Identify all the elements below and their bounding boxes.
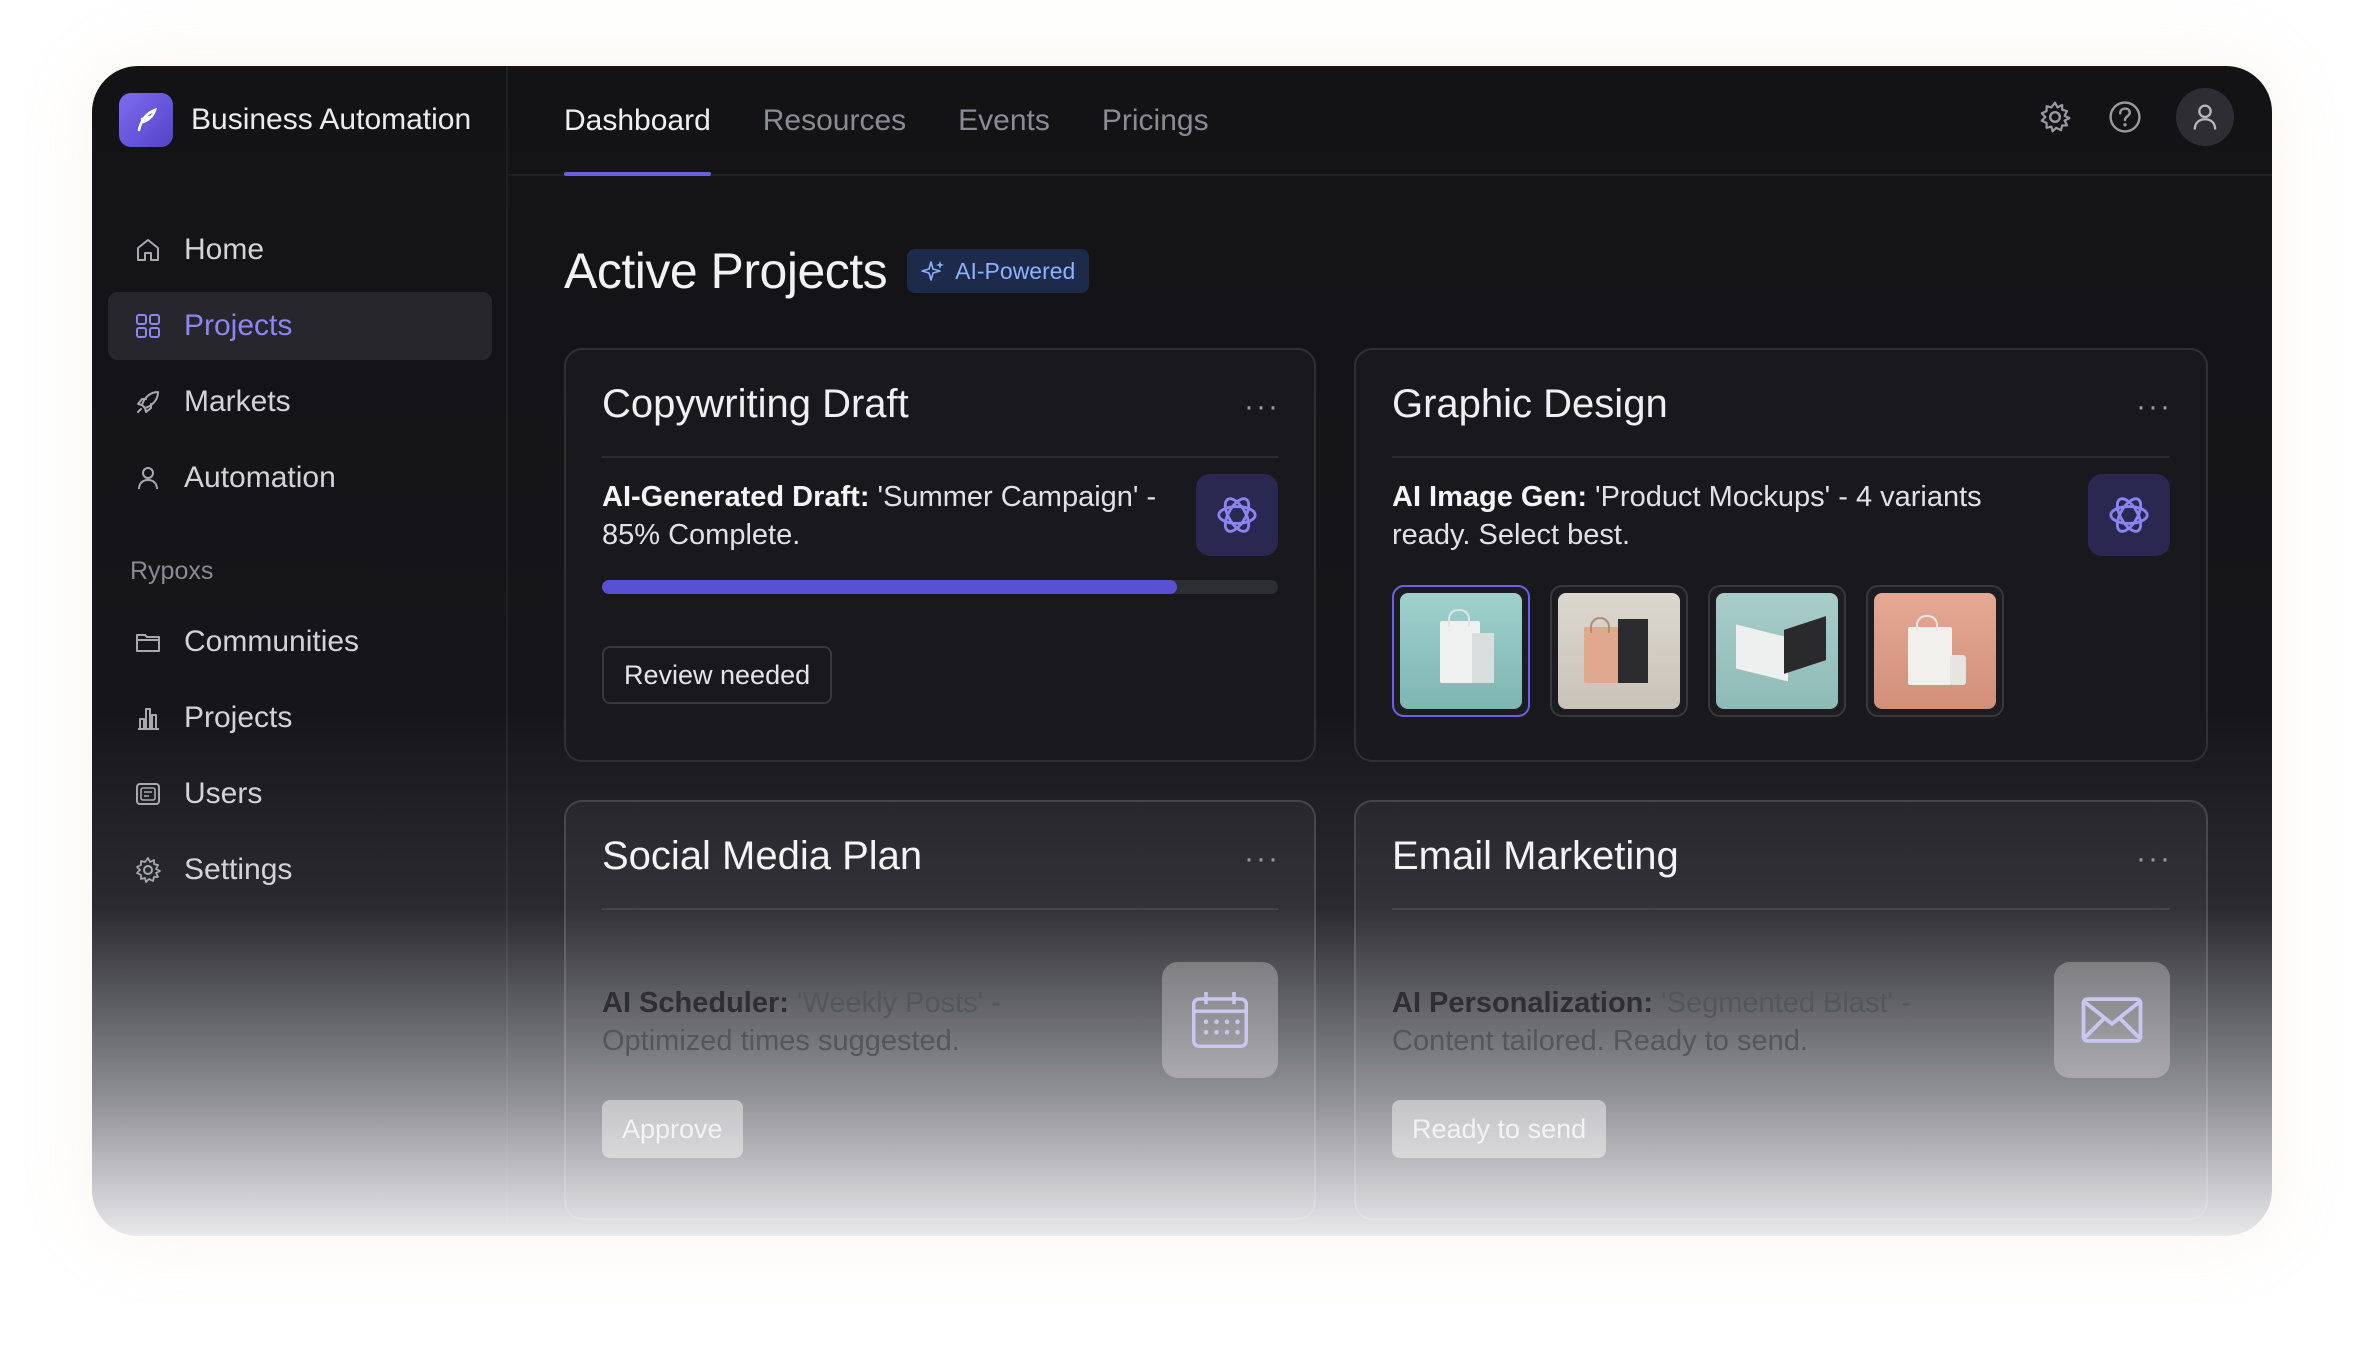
id-card-icon	[130, 776, 166, 812]
sidebar-item-settings[interactable]: Settings	[108, 836, 492, 904]
desc-label: AI Personalization:	[1392, 987, 1654, 1019]
desc-label: AI-Generated Draft:	[602, 481, 870, 513]
project-card-copywriting[interactable]: Copywriting Draft ··· AI-Generated Draft…	[564, 348, 1316, 762]
divider	[1392, 908, 2170, 910]
app-window: Business Automation Home Projects Market…	[92, 66, 2272, 1236]
more-options-icon[interactable]: ···	[2136, 842, 2172, 876]
tab-bar: Dashboard Resources Events Pricings	[564, 66, 1261, 176]
rocket-icon	[130, 384, 166, 420]
sidebar: Business Automation Home Projects Market…	[92, 66, 508, 1236]
more-options-icon[interactable]: ···	[2136, 390, 2172, 424]
sidebar-item-communities[interactable]: Communities	[108, 608, 492, 676]
book-mockup-image	[1716, 593, 1838, 709]
envelope-icon	[2054, 962, 2170, 1078]
sidebar-item-label: Automation	[184, 461, 336, 494]
page-header: Active Projects AI-Powered	[564, 242, 1090, 300]
project-card-graphic-design[interactable]: Graphic Design ··· AI Image Gen: 'Produc…	[1354, 348, 2208, 762]
desc-text: 'Segmented Blast' -	[1653, 987, 1911, 1019]
review-needed-status[interactable]: Review needed	[602, 646, 833, 704]
progress-fill	[602, 580, 1177, 594]
card-description: AI Image Gen: 'Product Mockups' - 4 vari…	[1392, 478, 2072, 554]
mockup-variant-thumbnail[interactable]	[1708, 585, 1846, 717]
top-navigation: Dashboard Resources Events Pricings	[508, 66, 2272, 176]
project-card-email-marketing[interactable]: Email Marketing ··· AI Personalization: …	[1354, 800, 2208, 1220]
user-avatar-icon[interactable]	[2176, 88, 2234, 146]
desc-text: ready. Select best.	[1392, 519, 1631, 551]
sidebar-item-projects-secondary[interactable]: Projects	[108, 684, 492, 752]
desc-text: 'Summer Campaign' -	[869, 481, 1157, 513]
more-options-icon[interactable]: ···	[1244, 390, 1280, 424]
mockup-variant-thumbnail[interactable]	[1866, 585, 2004, 717]
sidebar-item-projects[interactable]: Projects	[108, 292, 492, 360]
card-title: Copywriting Draft	[602, 382, 909, 426]
badge-label: AI-Powered	[955, 257, 1076, 284]
feather-logo-icon	[119, 93, 173, 147]
tab-resources[interactable]: Resources	[763, 66, 906, 176]
gear-icon	[130, 852, 166, 888]
sidebar-item-label: Projects	[184, 309, 293, 342]
desc-text: 'Weekly Posts' -	[788, 987, 1001, 1019]
sidebar-item-label: Users	[184, 777, 263, 810]
card-description: AI Scheduler: 'Weekly Posts' - Optimized…	[602, 984, 1162, 1060]
tab-dashboard[interactable]: Dashboard	[564, 66, 711, 176]
calendar-icon	[1162, 962, 1278, 1078]
progress-bar	[602, 580, 1278, 594]
sparkle-icon	[921, 259, 945, 283]
sidebar-section-label: Rypoxs	[130, 557, 214, 585]
page-title: Active Projects	[564, 243, 888, 299]
card-description: AI Personalization: 'Segmented Blast' - …	[1392, 984, 2012, 1060]
sidebar-item-users[interactable]: Users	[108, 760, 492, 828]
folder-icon	[130, 624, 166, 660]
sidebar-item-label: Projects	[184, 701, 293, 734]
bar-chart-icon	[130, 700, 166, 736]
sidebar-item-label: Settings	[184, 853, 293, 886]
card-title: Social Media Plan	[602, 834, 923, 878]
help-icon[interactable]	[2102, 94, 2148, 140]
tab-events[interactable]: Events	[958, 66, 1050, 176]
grid-icon	[130, 308, 166, 344]
sidebar-nav: Home Projects Markets Automation Rypoxs …	[108, 216, 492, 912]
divider	[602, 908, 1278, 910]
shopping-bag-image	[1874, 593, 1996, 709]
desc-text: 'Product Mockups' - 4 variants	[1587, 481, 1982, 513]
shopping-bag-image	[1400, 593, 1522, 709]
card-description: AI-Generated Draft: 'Summer Campaign' - …	[602, 478, 1192, 554]
openai-icon	[2088, 474, 2170, 556]
tab-pricings[interactable]: Pricings	[1102, 66, 1209, 176]
sidebar-item-home[interactable]: Home	[108, 216, 492, 284]
app-name: Business Automation	[191, 103, 472, 136]
approve-button[interactable]: Approve	[602, 1100, 743, 1158]
project-card-social-media[interactable]: Social Media Plan ··· AI Scheduler: 'Wee…	[564, 800, 1316, 1220]
home-icon	[130, 232, 166, 268]
sidebar-item-label: Markets	[184, 385, 291, 418]
sidebar-item-markets[interactable]: Markets	[108, 368, 492, 436]
desc-text: Optimized times suggested.	[602, 1025, 960, 1057]
ai-powered-badge: AI-Powered	[907, 249, 1090, 293]
desc-text: 85% Complete.	[602, 519, 801, 551]
brand[interactable]: Business Automation	[119, 93, 471, 147]
divider	[602, 456, 1278, 458]
desc-label: AI Image Gen:	[1392, 481, 1587, 513]
more-options-icon[interactable]: ···	[1244, 842, 1280, 876]
gear-icon[interactable]	[2032, 94, 2078, 140]
card-title: Graphic Design	[1392, 382, 1668, 426]
sidebar-item-label: Home	[184, 233, 265, 266]
ready-to-send-button[interactable]: Ready to send	[1392, 1100, 1607, 1158]
desc-text: Content tailored. Ready to send.	[1392, 1025, 1808, 1057]
mockup-variants	[1392, 585, 2024, 717]
sidebar-item-label: Communities	[184, 625, 360, 658]
divider	[1392, 456, 2170, 458]
mockup-variant-thumbnail[interactable]	[1550, 585, 1688, 717]
openai-icon	[1196, 474, 1278, 556]
card-title: Email Marketing	[1392, 834, 1679, 878]
top-actions	[2008, 88, 2234, 146]
mockup-variant-thumbnail[interactable]	[1392, 585, 1530, 717]
shopping-bag-image	[1558, 593, 1680, 709]
desc-label: AI Scheduler:	[602, 987, 789, 1019]
sidebar-item-automation[interactable]: Automation	[108, 444, 492, 512]
user-icon	[130, 460, 166, 496]
